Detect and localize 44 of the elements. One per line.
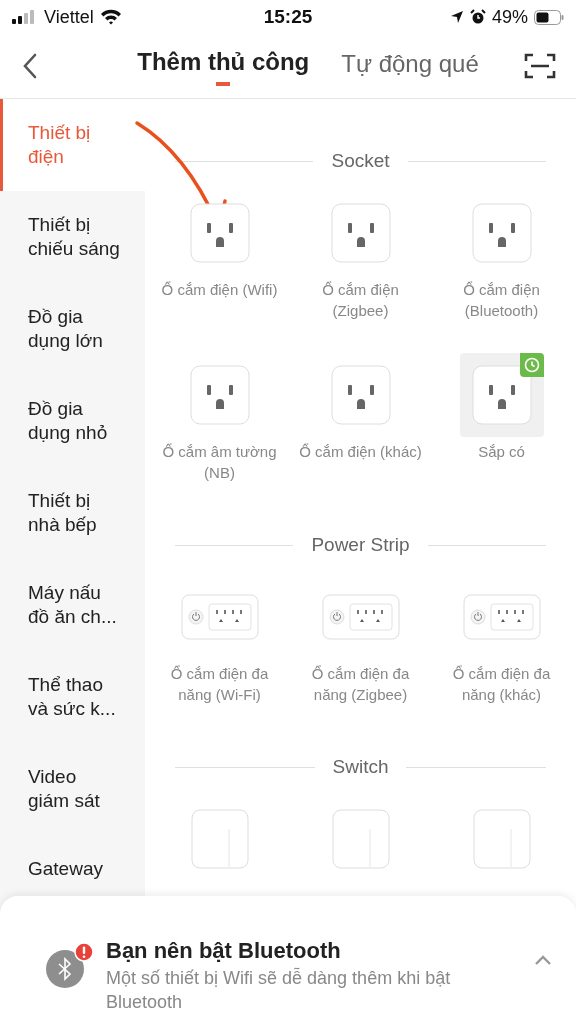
scan-icon[interactable] <box>524 52 556 80</box>
socket-icon[interactable] <box>330 365 391 425</box>
device-label: Ổ cắm điện đa năng (Wi-Fi) <box>169 664 270 705</box>
clock-badge-icon <box>519 353 544 377</box>
banner-message: Một số thiết bị Wifi sẽ dễ dàng thêm khi bật Bluetooth <box>106 966 452 1014</box>
battery-percent: 49% <box>491 6 528 28</box>
socket-icon[interactable] <box>189 365 250 425</box>
alert-icon <box>74 942 94 962</box>
location-icon <box>449 10 464 24</box>
tab[interactable]: Tự động qué <box>341 42 479 90</box>
carrier-name: Viettel <box>44 6 94 28</box>
device-label: Ổ cắm âm tường (NB) <box>161 442 278 483</box>
device-label: Ổ cắm điện (Wifi) <box>160 280 279 300</box>
wifi-icon <box>99 9 122 25</box>
battery-icon <box>534 9 564 25</box>
device-label: Ổ cắm điện (khác) <box>298 442 423 462</box>
device-label: Ổ cắm điện đa năng (Zigbee) <box>310 664 411 705</box>
category-item[interactable]: Thiết bị điện <box>0 99 145 191</box>
device-label: Ổ cắm điện (Zigbee) <box>321 280 400 321</box>
bluetooth-icon <box>46 950 84 988</box>
socket-icon[interactable] <box>471 365 532 425</box>
status-time: 15:25 <box>263 6 313 28</box>
alarm-icon <box>469 9 486 25</box>
section-title: Socket <box>331 150 390 172</box>
category-item[interactable]: Thiết bị nhà bếp <box>0 467 145 559</box>
switch-icon[interactable] <box>472 809 531 869</box>
section-title: Power Strip <box>311 534 410 556</box>
category-item[interactable]: Máy nấu đồ ăn ch... <box>0 559 145 651</box>
switch-icon[interactable] <box>331 809 390 869</box>
device-label: Ổ cắm điện (Bluetooth) <box>462 280 541 321</box>
socket-icon[interactable] <box>189 203 250 263</box>
category-item[interactable]: Đồ gia dụng lớn <box>0 283 145 375</box>
socket-icon[interactable] <box>471 203 532 263</box>
device-label: Sắp có <box>477 442 526 462</box>
chevron-up-icon[interactable] <box>534 954 552 966</box>
switch-icon[interactable] <box>190 809 249 869</box>
category-item[interactable]: Video giám sát <box>0 743 145 835</box>
banner-title: Bạn nên bật Bluetooth <box>106 938 342 964</box>
category-item[interactable]: Thể thao và sức k... <box>0 651 145 743</box>
section-title: Switch <box>332 756 389 778</box>
category-item[interactable]: Đồ gia dụng nhỏ <box>0 375 145 467</box>
socket-icon[interactable] <box>330 203 391 263</box>
device-label: Ổ cắm điện đa năng (khác) <box>451 664 552 705</box>
category-item[interactable]: Thiết bị chiếu sáng <box>0 191 145 283</box>
